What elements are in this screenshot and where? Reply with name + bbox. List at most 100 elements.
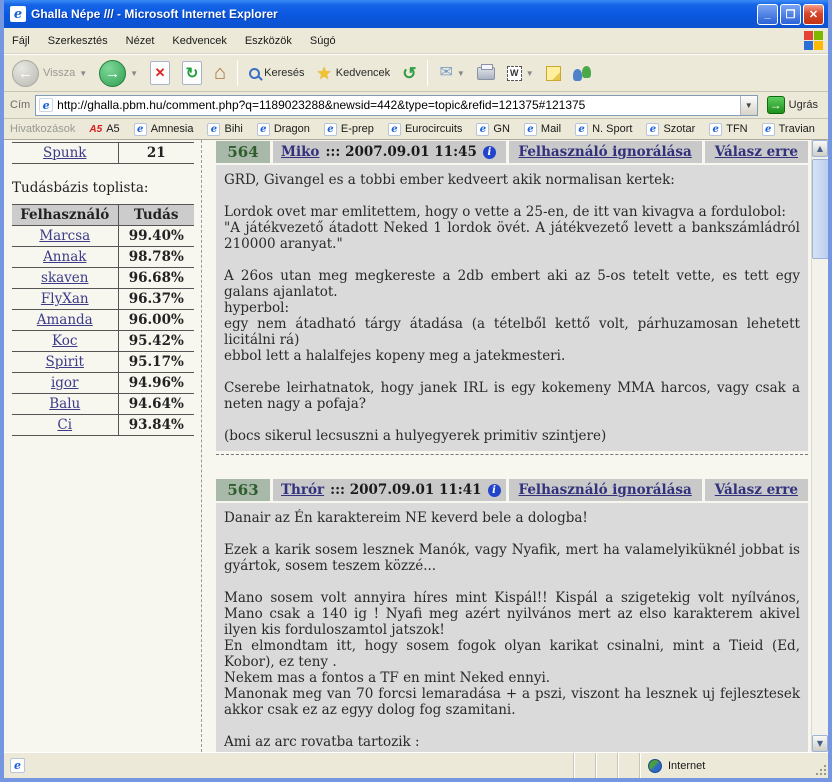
reply-cell[interactable]: Válasz erre <box>705 479 808 501</box>
vertical-scrollbar[interactable]: ▲ ▼ <box>811 140 828 752</box>
maximize-button[interactable]: ❐ <box>780 4 801 25</box>
mail-button[interactable]: ✉ ▼ <box>435 63 468 83</box>
mail-dropdown-icon[interactable]: ▼ <box>457 69 465 78</box>
security-zone-panel: Internet <box>639 753 814 778</box>
links-bar: Hivatkozások A5A5 eAmnesia eBihi eDragon… <box>4 119 828 140</box>
go-button[interactable]: → Ugrás <box>763 95 822 115</box>
table-row: Spunk 21 <box>12 143 194 164</box>
ie-page-icon: e <box>134 123 147 136</box>
toplist-header-row: Felhasználó Tudás <box>12 205 194 226</box>
user-link[interactable]: skaven <box>41 270 88 286</box>
links-bar-item[interactable]: eBihi <box>207 123 242 136</box>
address-input[interactable]: e http://ghalla.pbm.hu/comment.php?q=118… <box>35 95 757 116</box>
info-icon[interactable]: i <box>483 146 496 159</box>
scrollbar-track[interactable] <box>812 157 828 735</box>
knowledge-value: 94.96% <box>118 373 194 394</box>
menu-tools[interactable]: Eszközök <box>245 35 292 47</box>
reply-link[interactable]: Válasz erre <box>715 144 798 160</box>
toplist-title: Tudásbázis toplista: <box>12 180 201 196</box>
links-bar-item[interactable]: eMail <box>524 123 561 136</box>
ignore-user-cell[interactable]: Felhasználó ignorálása <box>509 479 702 501</box>
address-bar: Cím e http://ghalla.pbm.hu/comment.php?q… <box>4 92 828 119</box>
user-link[interactable]: Spunk <box>43 145 86 161</box>
window-title: Ghalla Népe /// - Microsoft Internet Exp… <box>31 7 755 21</box>
post-author-cell: Miko ::: 2007.09.01 11:45 i <box>273 141 506 163</box>
reply-cell[interactable]: Válasz erre <box>705 141 808 163</box>
toplist-row: Spirit95.17% <box>12 352 194 373</box>
user-link[interactable]: igor <box>51 375 79 391</box>
post-number: 563 <box>216 479 270 501</box>
links-bar-item[interactable]: eAmnesia <box>134 123 194 136</box>
address-dropdown-icon[interactable]: ▼ <box>740 96 757 115</box>
user-link[interactable]: Annak <box>43 249 86 265</box>
user-link[interactable]: Amanda <box>37 312 93 328</box>
user-link[interactable]: Koc <box>52 333 77 349</box>
page-icon: e <box>39 98 53 112</box>
user-link[interactable]: Marcsa <box>39 228 90 244</box>
menu-file[interactable]: Fájl <box>12 35 30 47</box>
links-bar-item[interactable]: eN. Sport <box>575 123 632 136</box>
links-bar-item-a5[interactable]: A5A5 <box>89 123 119 135</box>
ignore-user-link[interactable]: Felhasználó ignorálása <box>519 144 692 160</box>
forward-dropdown-icon[interactable]: ▼ <box>130 69 138 78</box>
ignore-user-cell[interactable]: Felhasználó ignorálása <box>509 141 702 163</box>
close-button[interactable]: ✕ <box>803 4 824 25</box>
ignore-user-link[interactable]: Felhasználó ignorálása <box>519 482 692 498</box>
author-link[interactable]: Thrór <box>281 482 324 498</box>
back-dropdown-icon[interactable]: ▼ <box>79 69 87 78</box>
user-link[interactable]: Balu <box>49 396 80 412</box>
edit-dropdown-icon[interactable]: ▼ <box>526 69 534 78</box>
home-button[interactable]: ⌂ <box>210 61 230 85</box>
stop-button[interactable]: ✕ <box>146 59 174 87</box>
print-button[interactable] <box>473 65 499 82</box>
scroll-down-icon[interactable]: ▼ <box>812 735 828 752</box>
reply-link[interactable]: Válasz erre <box>715 482 798 498</box>
messenger-button[interactable] <box>569 64 595 83</box>
links-bar-item[interactable]: eTFN <box>709 123 747 136</box>
menu-favorites[interactable]: Kedvencek <box>172 35 226 47</box>
forward-button[interactable]: → ▼ <box>95 58 142 89</box>
search-button[interactable]: Keresés <box>245 65 308 81</box>
edit-button[interactable]: W ▼ <box>503 64 538 83</box>
links-bar-item[interactable]: eDragon <box>257 123 310 136</box>
menu-bar: Fájl Szerkesztés Nézet Kedvencek Eszközö… <box>4 28 828 54</box>
status-segment <box>595 753 617 778</box>
sidebar: Spunk 21 Tudásbázis toplista: Felhasznál… <box>4 140 202 752</box>
links-bar-item[interactable]: eGN <box>476 123 510 136</box>
resize-grip[interactable] <box>814 753 828 778</box>
ie-page-icon: e <box>476 123 489 136</box>
history-icon: ↺ <box>402 65 416 82</box>
refresh-button[interactable]: ↻ <box>178 59 206 87</box>
post-date: ::: 2007.09.01 11:41 <box>330 482 481 498</box>
knowledge-value: 95.42% <box>118 331 194 352</box>
links-bar-item[interactable]: eTravian <box>762 123 815 136</box>
scrollbar-thumb[interactable] <box>812 159 828 259</box>
search-icon <box>249 68 260 79</box>
mail-icon: ✉ <box>439 65 452 81</box>
user-link[interactable]: FlyXan <box>41 291 89 307</box>
back-icon: ← <box>12 60 39 87</box>
links-bar-item[interactable]: eE-prep <box>324 123 374 136</box>
history-button[interactable]: ↺ <box>398 63 420 84</box>
menu-view[interactable]: Nézet <box>126 35 155 47</box>
minimize-button[interactable]: _ <box>757 4 778 25</box>
user-link[interactable]: Spirit <box>46 354 84 370</box>
info-icon[interactable]: i <box>488 484 501 497</box>
discuss-button[interactable] <box>542 64 565 83</box>
favorites-button[interactable]: ★ Kedvencek <box>313 63 395 84</box>
post-563: 563 Thrór ::: 2007.09.01 11:41 i Felhasz… <box>216 479 808 752</box>
back-button[interactable]: ← Vissza ▼ <box>8 58 91 89</box>
scroll-up-icon[interactable]: ▲ <box>812 140 828 157</box>
author-link[interactable]: Miko <box>281 144 319 160</box>
refresh-icon: ↻ <box>182 61 202 85</box>
post-date: ::: 2007.09.01 11:45 <box>325 144 476 160</box>
knowledge-value: 93.84% <box>118 415 194 436</box>
links-bar-item[interactable]: eSzotar <box>646 123 695 136</box>
status-bar: e Internet <box>4 752 828 778</box>
windows-flag-icon <box>804 31 824 51</box>
menu-edit[interactable]: Szerkesztés <box>48 35 108 47</box>
user-link[interactable]: Ci <box>57 417 72 433</box>
links-bar-item[interactable]: eEurocircuits <box>388 123 462 136</box>
knowledge-value: 96.00% <box>118 310 194 331</box>
menu-help[interactable]: Súgó <box>310 35 336 47</box>
